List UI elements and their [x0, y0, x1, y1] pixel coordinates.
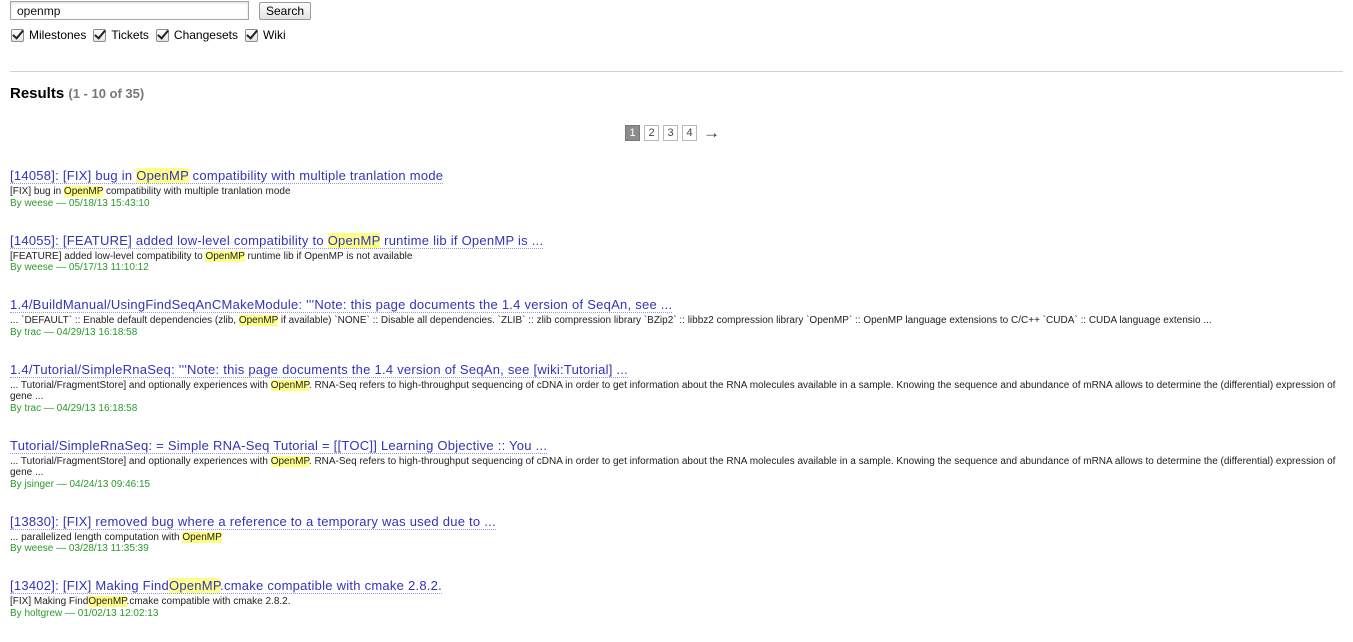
excerpt-highlight: OpenMP	[63, 186, 104, 197]
excerpt-text: [FEATURE] added low-level compatibility …	[10, 250, 206, 262]
title-text: 1.4/Tutorial/SimpleRnaSeq: '''Note: this…	[10, 361, 629, 377]
search-button[interactable]: Search	[259, 1, 312, 20]
excerpt-highlight: OpenMP	[270, 455, 309, 467]
filter-changesets[interactable]: Changesets	[155, 28, 238, 42]
result-item: [13830]: [FIX] removed bug where a refer…	[10, 513, 1340, 556]
results-title: Results	[10, 85, 65, 102]
excerpt-text: [FIX] Making Find	[10, 596, 89, 607]
page-4-link[interactable]: 4	[682, 125, 697, 141]
excerpt-highlight: OpenMP	[182, 531, 222, 543]
result-meta: By jsinger — 04/24/13 09:46:15	[10, 478, 151, 490]
result-excerpt: ... `DEFAULT` :: Enable default dependen…	[10, 315, 1340, 327]
results-list: [14058]: [FIX] bug in OpenMP compatibili…	[10, 167, 1340, 642]
result-title-link[interactable]: 1.4/Tutorial/SimpleRnaSeq: '''Note: this…	[10, 361, 629, 378]
title-text: .cmake compatible with cmake 2.8.2.	[220, 578, 443, 593]
title-text: runtime lib if OpenMP is ...	[380, 232, 544, 248]
excerpt-text: runtime lib if OpenMP is not available	[244, 250, 413, 262]
search-input[interactable]	[10, 1, 249, 20]
search-bar: Search	[10, 1, 312, 20]
changesets-label: Changesets	[173, 28, 238, 42]
title-text: [14055]: [FEATURE] added low-level compa…	[10, 232, 328, 248]
result-item: [14058]: [FIX] bug in OpenMP compatibili…	[10, 167, 1340, 210]
result-title-link[interactable]: [14058]: [FIX] bug in OpenMP compatibili…	[10, 168, 444, 184]
excerpt-text: ... parallelized length computation with	[10, 531, 183, 543]
result-item: 1.4/Tutorial/SimpleRnaSeq: '''Note: this…	[10, 361, 1340, 415]
page-3-link[interactable]: 3	[663, 125, 678, 141]
result-item: [13402]: [FIX] Making FindOpenMP.cmake c…	[10, 577, 1340, 620]
filter-tickets[interactable]: Tickets	[93, 28, 149, 42]
result-excerpt: ... Tutorial/FragmentStore] and optional…	[10, 379, 1340, 403]
wiki-checkbox[interactable]	[244, 28, 258, 42]
result-meta: By weese — 05/18/13 15:43:10	[10, 197, 150, 209]
milestones-checkbox[interactable]	[11, 28, 24, 42]
excerpt-highlight: OpenMP	[205, 250, 245, 262]
excerpt-highlight: OpenMP	[270, 379, 309, 391]
result-item: Tutorial/SimpleRnaSeq: = Simple RNA-Seq …	[10, 437, 1340, 491]
excerpt-highlight: OpenMP	[238, 315, 279, 326]
result-title-link[interactable]: [14055]: [FEATURE] added low-level compa…	[10, 232, 544, 249]
result-meta: By weese — 03/28/13 11:35:39	[10, 543, 149, 554]
title-text: Tutorial/SimpleRnaSeq: = Simple RNA-Seq …	[10, 437, 548, 453]
excerpt-text: [FIX] bug in	[10, 186, 64, 197]
title-text: [13830]: [FIX] removed bug where a refer…	[10, 513, 496, 529]
filter-milestones[interactable]: Milestones	[11, 28, 86, 42]
title-highlight: OpenMP	[136, 168, 189, 183]
results-range: (1 - 10 of 35)	[68, 86, 145, 101]
page-2-link[interactable]: 2	[644, 125, 659, 141]
pagination: 1 2 3 4 →	[625, 124, 720, 141]
title-text: [13402]: [FIX] Making Find	[10, 578, 169, 593]
excerpt-text: ... `DEFAULT` :: Enable default dependen…	[10, 315, 239, 326]
result-excerpt: [FIX] Making FindOpenMP.cmake compatible…	[10, 596, 1340, 608]
result-meta: By trac — 04/29/13 16:18:58	[10, 402, 138, 414]
result-title-link[interactable]: Tutorial/SimpleRnaSeq: = Simple RNA-Seq …	[10, 437, 548, 454]
result-title-link[interactable]: 1.4/BuildManual/UsingFindSeqAnCMakeModul…	[10, 297, 673, 313]
result-excerpt: [FIX] bug in OpenMP compatibility with m…	[10, 186, 1340, 198]
result-excerpt: [FEATURE] added low-level compatibility …	[10, 250, 1340, 263]
page-1-current: 1	[625, 125, 640, 141]
excerpt-text: if available) `NONE` :: Disable all depe…	[278, 315, 1212, 326]
result-meta: By trac — 04/29/13 16:18:58	[10, 326, 138, 338]
excerpt-text: compatibility with multiple tranlation m…	[103, 186, 291, 197]
results-heading: Results (1 - 10 of 35)	[10, 85, 144, 102]
section-divider	[10, 71, 1343, 72]
result-item: [14055]: [FEATURE] added low-level compa…	[10, 232, 1340, 275]
excerpt-text: ... Tutorial/FragmentStore] and optional…	[10, 379, 271, 391]
result-meta: By holtgrew — 01/02/13 12:02:13	[10, 607, 159, 619]
result-title-link[interactable]: [13402]: [FIX] Making FindOpenMP.cmake c…	[10, 578, 443, 594]
title-highlight: OpenMP	[327, 232, 381, 248]
result-excerpt: ... Tutorial/FragmentStore] and optional…	[10, 455, 1340, 479]
wiki-label: Wiki	[262, 28, 286, 42]
excerpt-highlight: OpenMP	[88, 596, 127, 607]
changesets-checkbox[interactable]	[155, 28, 169, 42]
title-text: 1.4/BuildManual/UsingFindSeqAnCMakeModul…	[10, 297, 673, 312]
excerpt-text: ... Tutorial/FragmentStore] and optional…	[10, 455, 271, 467]
tickets-checkbox[interactable]	[93, 28, 107, 42]
result-excerpt: ... parallelized length computation with…	[10, 531, 1340, 544]
search-filters: Milestones Tickets Changesets Wiki	[11, 28, 293, 42]
result-title-link[interactable]: [13830]: [FIX] removed bug where a refer…	[10, 514, 496, 530]
title-text: [14058]: [FIX] bug in	[10, 168, 137, 183]
title-text: compatibility with multiple tranlation m…	[188, 168, 444, 183]
excerpt-text: .cmake compatible with cmake 2.8.2.	[126, 596, 291, 607]
title-highlight: OpenMP	[168, 578, 221, 593]
next-page-arrow-icon[interactable]: →	[703, 124, 720, 141]
filter-wiki[interactable]: Wiki	[244, 28, 286, 42]
tickets-label: Tickets	[111, 28, 149, 42]
result-item: 1.4/BuildManual/UsingFindSeqAnCMakeModul…	[10, 296, 1340, 339]
result-meta: By weese — 05/17/13 11:10:12	[10, 262, 149, 273]
milestones-label: Milestones	[29, 28, 87, 42]
